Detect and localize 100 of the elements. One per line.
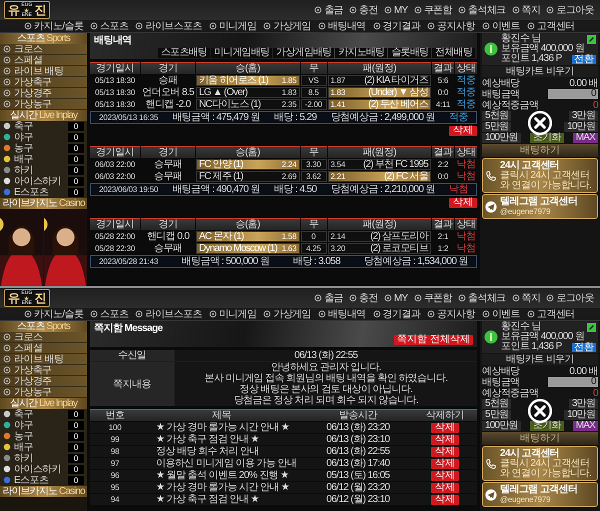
contact-card[interactable]: 텔레그램 고객센터 @eugene7979 — [482, 482, 598, 507]
odds-button[interactable]: 0 — [300, 231, 326, 242]
amount-chip[interactable]: 5천원 — [482, 399, 512, 409]
sidebar-item[interactable]: 아이스하키 0 — [0, 464, 87, 475]
odds-button[interactable]: FC 제주 (1) 2.69 — [196, 171, 300, 182]
sidebar-item[interactable]: 하키 0 — [0, 165, 87, 176]
nav-link[interactable]: 공지사항 — [427, 308, 475, 320]
odds-button[interactable]: 8.5 — [300, 87, 326, 98]
filter-tab[interactable]: 스포츠배팅 — [158, 48, 210, 58]
odds-button[interactable]: VS — [300, 75, 326, 86]
nav-link[interactable]: 고객센터 — [527, 308, 575, 320]
sidebar-item[interactable]: 크로스 — [0, 332, 87, 343]
sidebar-item[interactable]: E스포츠 0 — [0, 187, 87, 198]
amount-chip[interactable]: 3만원 — [568, 111, 598, 121]
nav-link[interactable]: 스포츠 — [90, 308, 128, 320]
amount-chip[interactable]: 100만원 — [482, 421, 521, 431]
amount-chip[interactable]: 10만원 — [564, 410, 598, 420]
filter-tab[interactable]: 전체배팅 — [432, 48, 475, 58]
contact-card[interactable]: 24시 고객센터 클릭시 24시 고객센터와 연결이 가능합니다. — [482, 158, 598, 193]
odds-button[interactable]: 3.30 — [300, 159, 326, 170]
amount-chip[interactable]: 3만원 — [568, 399, 598, 409]
odds-button[interactable]: Dynamo Moscow (1) 1.63 — [196, 243, 300, 254]
nav-link[interactable]: 가상게임 — [263, 308, 312, 320]
amount-chip[interactable]: MAX — [572, 421, 598, 431]
sidebar-item[interactable]: 가상축구 — [0, 365, 87, 376]
pencil-icon[interactable] — [587, 34, 596, 44]
sidebar-item[interactable]: 야구 0 — [0, 420, 87, 431]
odds-button[interactable]: 1.87 (2) KIA 타이거즈 — [328, 75, 431, 86]
sidebar-item[interactable]: 라이브 배팅 — [0, 66, 87, 77]
odds-button[interactable]: -2.00 — [300, 99, 326, 110]
message-title[interactable]: ★ 가상 경마 롤가능 시간 안내 ★ — [140, 422, 303, 433]
delete-button[interactable]: 삭제 — [431, 470, 459, 480]
delete-button[interactable]: 삭제 — [431, 482, 459, 492]
message-title[interactable]: ★ 가상 경마 롤가능 시간 안내 ★ — [140, 482, 303, 493]
convert-button[interactable]: 전환 — [572, 342, 596, 352]
amount-chip[interactable]: 5천원 — [482, 111, 512, 121]
odds-button[interactable]: 1.41 (2) 두산 베어스 — [328, 99, 431, 110]
sidebar-item[interactable]: 축구 0 — [0, 409, 87, 420]
amount-field[interactable]: 0 — [548, 89, 598, 99]
message-title[interactable]: ★ 가상 축구 점검 안내 ★ — [140, 434, 303, 445]
sidebar-item[interactable]: 농구 0 — [0, 143, 87, 154]
top-link[interactable]: 쪽지 — [512, 4, 540, 16]
nav-link[interactable]: 경기결과 — [372, 308, 420, 320]
top-link[interactable]: 쪽지 — [512, 292, 540, 304]
delete-button[interactable]: 삭제 — [431, 434, 459, 444]
top-link[interactable]: 충전 — [349, 4, 378, 16]
nav-link[interactable]: 스포츠 — [90, 20, 128, 32]
odds-button[interactable]: 3.20 (2) 로코모티브 — [328, 243, 431, 254]
odds-button[interactable]: 3.54 (2) 부천 FC 1995 — [328, 159, 431, 170]
message-title[interactable]: ★ 월말 출석 이벤트 20% 진행 ★ — [140, 470, 303, 481]
sidebar-item[interactable]: 가상농구 — [0, 387, 87, 398]
odds-button[interactable]: FC 안양 (1) 2.24 — [196, 159, 300, 170]
sidebar-item[interactable]: 하키 0 — [0, 453, 87, 464]
delete-button[interactable]: 삭제 — [449, 126, 477, 136]
message-title[interactable]: 정상 배당 회수 처리 안내 — [140, 446, 303, 457]
top-link[interactable]: 쿠폰함 — [414, 292, 452, 304]
top-link[interactable]: MY — [384, 4, 408, 16]
top-link[interactable]: MY — [384, 292, 408, 304]
nav-link[interactable]: 배팅내역 — [318, 308, 366, 320]
message-title[interactable]: ★ 가상 축구 점검 안내 ★ — [140, 494, 303, 505]
sidebar-item[interactable]: 축구 0 — [0, 121, 87, 132]
convert-button[interactable]: 전환 — [572, 54, 596, 64]
nav-link[interactable]: 미니게임 — [208, 20, 256, 32]
bet-button[interactable]: 배팅하기 — [482, 432, 598, 445]
top-link[interactable]: 로그아웃 — [546, 292, 594, 304]
contact-card[interactable]: 24시 고객센터 클릭시 24시 고객센터와 연결이 가능합니다. — [482, 446, 598, 481]
top-link[interactable]: 출석체크 — [458, 292, 506, 304]
nav-link[interactable]: 공지사항 — [427, 20, 475, 32]
odds-button[interactable]: 2.21 (2) FC 서울 — [328, 171, 431, 182]
filter-tab[interactable]: 가상게임배팅 — [273, 48, 334, 58]
top-link[interactable]: 로그아웃 — [546, 4, 594, 16]
top-link[interactable]: 출금 — [314, 292, 344, 304]
sidebar-item[interactable]: 스페셜 — [0, 343, 87, 354]
nav-link[interactable]: 카지노/슬롯 — [24, 308, 84, 320]
amount-chip[interactable]: 5만원 — [482, 122, 512, 132]
bet-button[interactable]: 배팅하기 — [482, 144, 598, 157]
sidebar-item[interactable]: 라이브 배팅 — [0, 354, 87, 365]
nav-link[interactable]: 경기결과 — [372, 20, 420, 32]
top-link[interactable]: 출석체크 — [458, 4, 506, 16]
nav-link[interactable]: 카지노/슬롯 — [24, 20, 84, 32]
odds-button[interactable]: NC다이노스 (1) 2.35 — [196, 99, 300, 110]
odds-button[interactable]: 3.62 — [300, 171, 326, 182]
sidebar-item[interactable]: 아이스하키 0 — [0, 176, 87, 187]
sidebar-item[interactable]: 가상경주 — [0, 88, 87, 99]
amount-chip[interactable]: 5만원 — [482, 410, 512, 420]
odds-button[interactable]: AC 몬자 (1) 1.58 — [196, 231, 300, 242]
odds-button[interactable]: 2.14 (2) 삼프도리아 — [328, 231, 431, 242]
sidebar-item[interactable]: 가상축구 — [0, 77, 87, 88]
odds-button[interactable]: LG ▲ (Over) 1.83 — [196, 87, 300, 98]
top-link[interactable]: 출금 — [314, 4, 344, 16]
filter-tab[interactable]: 미니게임배팅 — [210, 48, 272, 58]
top-link[interactable]: 충전 — [349, 292, 378, 304]
nav-link[interactable]: 라이브스포츠 — [135, 20, 202, 32]
amount-chip[interactable]: MAX — [572, 133, 598, 143]
sidebar-item[interactable]: 가상경주 — [0, 376, 87, 387]
filter-tab[interactable]: 카지노배팅 — [335, 48, 388, 58]
nav-link[interactable]: 배팅내역 — [318, 20, 366, 32]
nav-link[interactable]: 가상게임 — [263, 20, 312, 32]
delete-all-button[interactable]: 쪽지함 전체삭제 — [394, 335, 473, 345]
message-title[interactable]: 이용하신 미니게임 이용 가능 안내 — [140, 458, 303, 469]
